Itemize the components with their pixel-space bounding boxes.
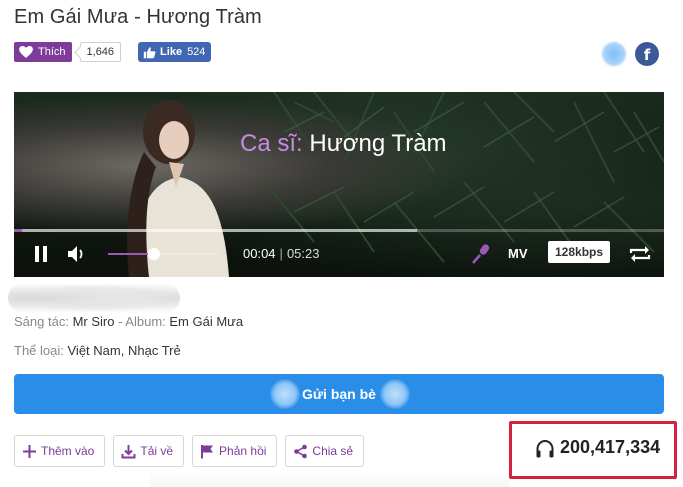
- thich-count: 1,646: [79, 42, 122, 62]
- feedback-button[interactable]: Phản hồi: [192, 435, 278, 467]
- mv-button[interactable]: MV: [508, 246, 528, 261]
- volume-knob[interactable]: [148, 248, 160, 260]
- song-title: Em Gái Mưa - Hương Tràm: [14, 6, 262, 29]
- pause-icon[interactable]: [33, 245, 49, 263]
- listen-count-box: 200,417,334: [509, 421, 677, 479]
- genre-link-1[interactable]: Việt Nam: [68, 343, 121, 358]
- current-time: 00:04: [243, 246, 276, 261]
- song-meta-genre: Thể loại: Việt Nam, Nhạc Trẻ: [14, 343, 181, 358]
- player-controls: 00:04 | 05:23 MV 128kbps: [14, 237, 664, 272]
- quality-badge[interactable]: 128kbps: [548, 241, 611, 263]
- composer-label: Sáng tác:: [14, 314, 69, 329]
- album-label: Album:: [125, 314, 166, 329]
- time-display: 00:04 | 05:23: [243, 246, 319, 261]
- microphone-icon[interactable]: [470, 243, 492, 265]
- genre-link-2[interactable]: Nhạc Trẻ: [128, 343, 181, 358]
- feedback-label: Phản hồi: [219, 444, 267, 458]
- heart-icon: [19, 46, 33, 58]
- song-meta-composer-album: Sáng tác: Mr Siro - Album: Em Gái Mưa: [14, 314, 244, 329]
- genre-label: Thể loại:: [14, 343, 64, 358]
- album-link[interactable]: Em Gái Mưa: [169, 314, 243, 329]
- thich-label: Thích: [38, 46, 66, 58]
- action-buttons: Thêm vào Tải về Phản hồi Chia sẻ: [14, 435, 372, 467]
- audio-player: Ca sĩ: Hương Tràm 00:04 | 05:23 MV 128kbps: [14, 92, 664, 277]
- download-icon: [121, 444, 136, 458]
- flag-icon: [201, 444, 214, 458]
- download-label: Tải về: [140, 444, 174, 458]
- blurred-uploader-info: [8, 283, 180, 313]
- blurred-avatar: [601, 41, 627, 67]
- repeat-icon[interactable]: [628, 244, 652, 264]
- player-caption: Ca sĩ: Hương Tràm: [240, 130, 447, 158]
- progress-bar[interactable]: [14, 229, 664, 232]
- caption-prefix: Ca sĩ:: [240, 130, 303, 157]
- caption-singer: Hương Tràm: [309, 130, 447, 157]
- like-row: Thích 1,646 Like 524: [14, 42, 212, 62]
- progress-fill: [14, 229, 22, 232]
- song-name: Em Gái Mưa: [14, 6, 129, 28]
- listen-count: 200,417,334: [560, 437, 661, 457]
- add-to-button[interactable]: Thêm vào: [14, 435, 106, 467]
- progress-buffer: [14, 229, 417, 232]
- send-to-friends-button[interactable]: Gửi bạn bè: [14, 374, 664, 414]
- volume-slider[interactable]: [108, 248, 218, 260]
- facebook-like-button[interactable]: Like 524: [138, 42, 212, 62]
- share-icon: [294, 444, 308, 458]
- blurred-icon-right: [380, 379, 410, 409]
- facebook-like-count: 524: [187, 46, 206, 58]
- time-separator: |: [279, 246, 283, 261]
- duration: 05:23: [286, 246, 320, 261]
- send-button-label: Gửi bạn bè: [302, 386, 376, 402]
- share-label: Chia sẻ: [312, 444, 354, 458]
- facebook-share-icon[interactable]: f: [635, 42, 659, 66]
- thich-button[interactable]: Thích: [14, 42, 72, 62]
- title-separator: -: [128, 6, 147, 28]
- artist-name[interactable]: Hương Tràm: [147, 6, 262, 28]
- add-to-label: Thêm vào: [41, 444, 95, 458]
- download-button[interactable]: Tải về: [113, 435, 185, 467]
- volume-icon[interactable]: [67, 245, 87, 263]
- plus-icon: [23, 444, 36, 458]
- share-button[interactable]: Chia sẻ: [285, 435, 365, 467]
- thumbs-up-icon: [143, 46, 156, 58]
- bottom-fade: [150, 472, 510, 487]
- blurred-icon-left: [270, 379, 300, 409]
- composer-link[interactable]: Mr Siro: [73, 314, 115, 329]
- facebook-like-label: Like: [160, 46, 183, 58]
- headphones-icon: [536, 439, 554, 458]
